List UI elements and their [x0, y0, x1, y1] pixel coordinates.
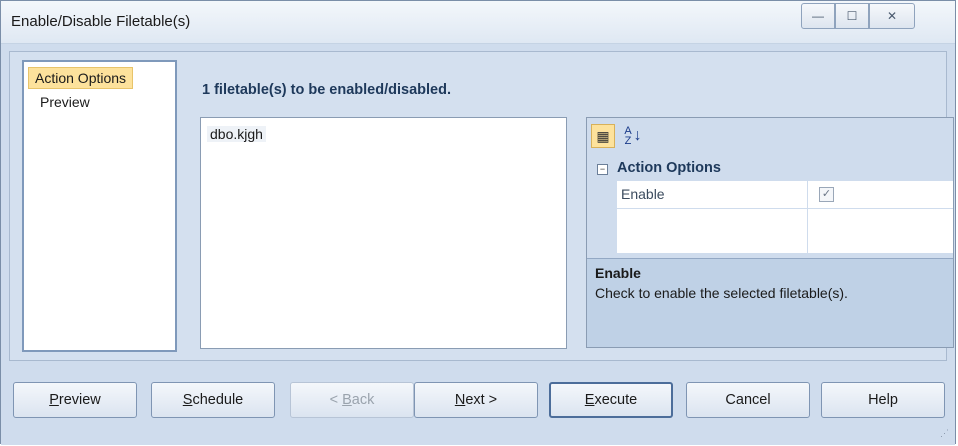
- nav-item-action-options[interactable]: Action Options: [28, 67, 134, 89]
- property-name: Enable: [621, 186, 665, 202]
- list-item[interactable]: dbo.kjgh: [207, 126, 266, 142]
- category-row[interactable]: − Action Options: [587, 156, 953, 181]
- cancel-button[interactable]: Cancel: [686, 382, 810, 418]
- column-divider[interactable]: [807, 181, 808, 253]
- nav-item-preview[interactable]: Preview: [34, 92, 96, 112]
- property-grid: ▦ A Z ↓ − Action Options Enable ✓ Enable…: [586, 117, 954, 348]
- sort-az-icon[interactable]: A Z ↓: [619, 124, 647, 148]
- close-button[interactable]: ✕: [869, 3, 915, 29]
- enable-checkbox[interactable]: ✓: [819, 187, 834, 202]
- filetable-list[interactable]: dbo.kjgh: [200, 117, 567, 349]
- description-title: Enable: [595, 265, 641, 281]
- empty-property-row: [587, 209, 953, 253]
- button-bar: Preview Schedule < Back Next > Execute C…: [1, 369, 955, 445]
- close-icon: ✕: [886, 9, 898, 23]
- minimize-button[interactable]: —: [801, 3, 835, 29]
- maximize-icon: ☐: [846, 9, 858, 23]
- property-row-enable[interactable]: Enable ✓: [587, 181, 953, 209]
- maximize-button[interactable]: ☐: [835, 3, 869, 29]
- category-label: Action Options: [617, 160, 721, 176]
- description-pane: Enable Check to enable the selected file…: [587, 258, 953, 347]
- resize-grip-icon[interactable]: ⋰: [940, 428, 949, 439]
- help-button[interactable]: Help: [821, 382, 945, 418]
- page-heading: 1 filetable(s) to be enabled/disabled.: [202, 82, 451, 98]
- categorized-icon[interactable]: ▦: [591, 124, 615, 148]
- back-button[interactable]: < Back: [290, 382, 414, 418]
- dialog-window: Enable/Disable Filetable(s) — ☐ ✕ Action…: [0, 0, 956, 445]
- window-title: Enable/Disable Filetable(s): [11, 13, 191, 30]
- schedule-button[interactable]: Schedule: [151, 382, 275, 418]
- collapse-icon[interactable]: −: [597, 164, 608, 175]
- minimize-icon: —: [812, 9, 824, 23]
- preview-button[interactable]: Preview: [13, 382, 137, 418]
- title-bar: Enable/Disable Filetable(s) — ☐ ✕: [1, 1, 955, 44]
- property-grid-toolbar: ▦ A Z ↓: [587, 118, 953, 154]
- description-text: Check to enable the selected filetable(s…: [595, 285, 848, 301]
- client-area: Action Options Preview 1 filetable(s) to…: [9, 51, 954, 361]
- execute-button[interactable]: Execute: [549, 382, 673, 418]
- property-grid-table: − Action Options Enable ✓: [587, 156, 953, 253]
- page-navigator: Action Options Preview: [22, 60, 177, 352]
- next-button[interactable]: Next >: [414, 382, 538, 418]
